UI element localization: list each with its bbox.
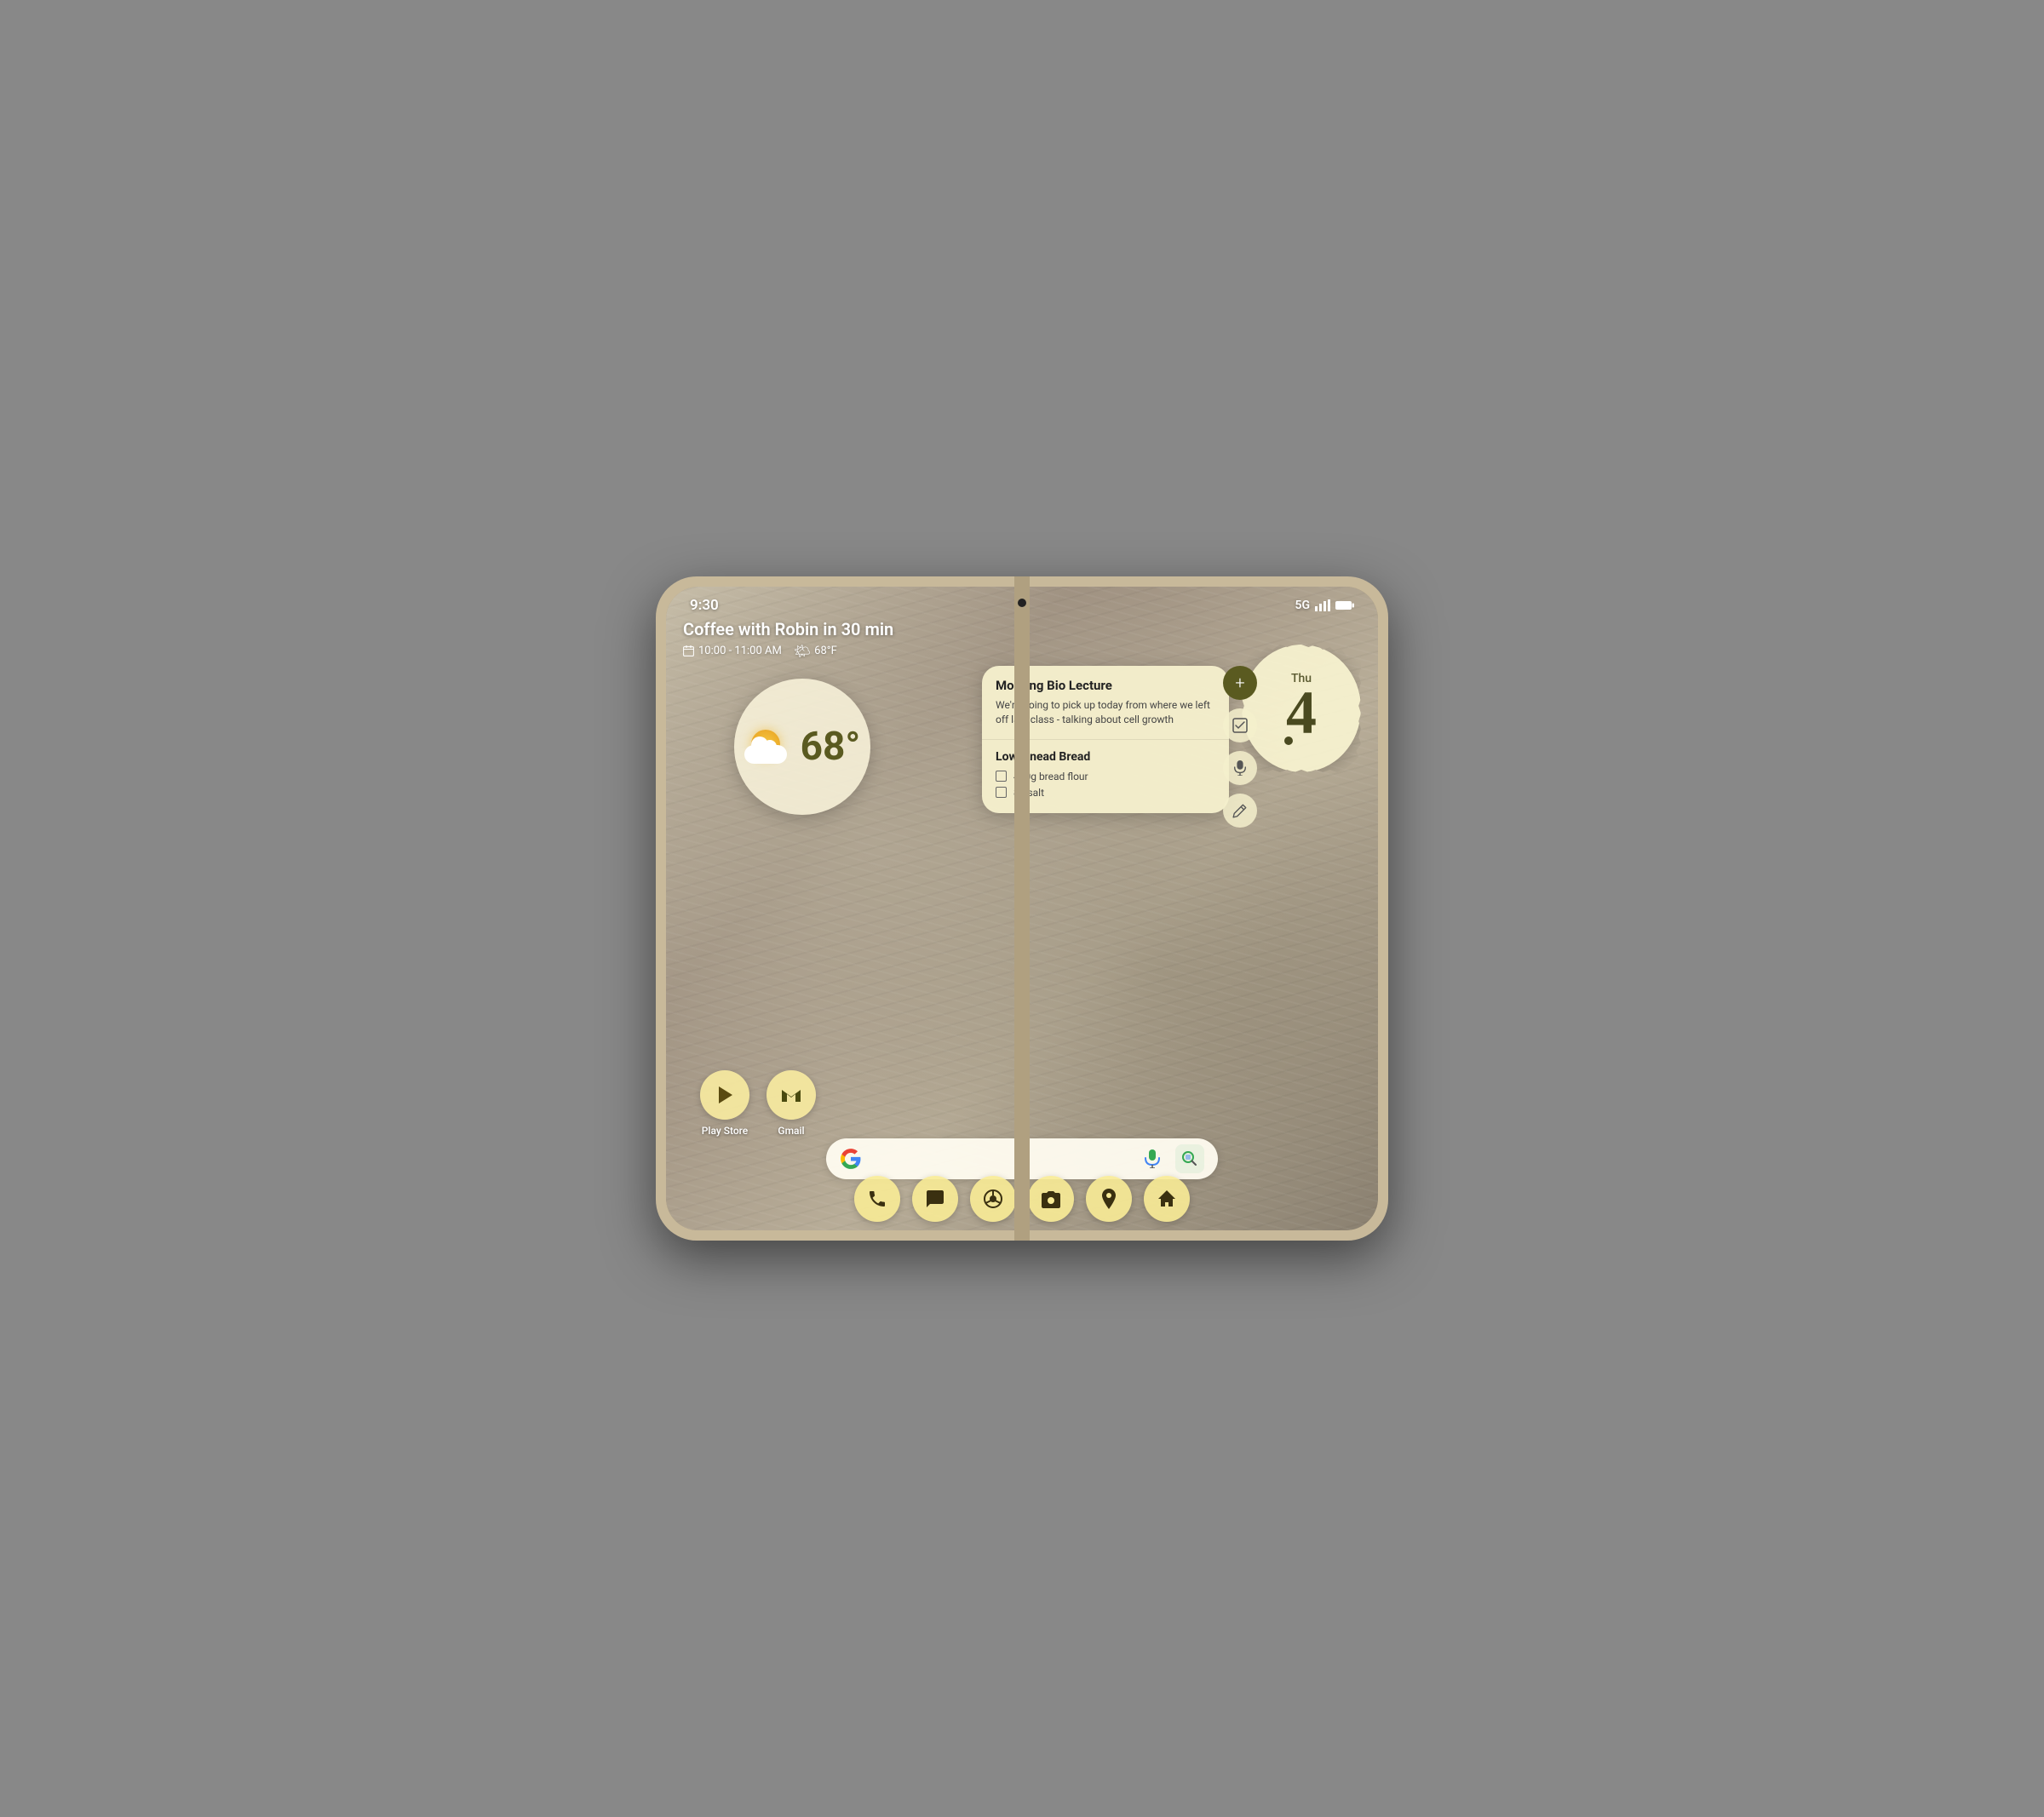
event-weather-text: 68°F — [814, 645, 837, 657]
search-mic-button[interactable] — [1138, 1144, 1167, 1173]
lens-icon — [1181, 1150, 1198, 1167]
dock-phone[interactable] — [854, 1176, 900, 1222]
plus-icon: + — [1235, 673, 1244, 693]
event-time-text: 10:00 - 11:00 AM — [698, 645, 782, 657]
play-store-icon-wrap[interactable]: Play Store — [700, 1070, 749, 1137]
keep-actions: + — [1223, 666, 1257, 828]
battery-icon — [1335, 600, 1354, 610]
signal-bars-icon — [1315, 599, 1330, 611]
event-time: 10:00 - 11:00 AM — [683, 645, 782, 657]
pencil-icon — [1232, 803, 1248, 818]
date-dot — [1284, 737, 1293, 745]
device-hinge — [1014, 576, 1030, 1241]
home-icon — [1157, 1189, 1177, 1209]
mic-search-icon — [1145, 1149, 1160, 1168]
keep-edit-button[interactable] — [1223, 794, 1257, 828]
play-triangle-icon — [715, 1085, 734, 1105]
keep-checkbox-2[interactable] — [996, 787, 1007, 798]
cloud-icon — [744, 745, 787, 764]
weather-widget[interactable]: 68° — [734, 679, 870, 815]
mic-icon — [1232, 760, 1248, 776]
search-lens-button[interactable] — [1175, 1144, 1204, 1173]
keep-mic-button[interactable] — [1223, 751, 1257, 785]
chrome-icon — [983, 1189, 1003, 1209]
dock-maps[interactable] — [1086, 1176, 1132, 1222]
camera-dock-icon — [1041, 1189, 1061, 1208]
gmail-icon-wrap[interactable]: Gmail — [766, 1070, 816, 1137]
signal-label: 5G — [1295, 599, 1310, 612]
event-weather: 🌤 68°F — [794, 643, 837, 659]
keep-check-button[interactable] — [1223, 708, 1257, 742]
camera-dot — [1018, 599, 1026, 607]
event-title: Coffee with Robin in 30 min — [683, 619, 893, 639]
keep-add-button[interactable]: + — [1223, 666, 1257, 700]
app-icons-area: Play Store Gmail — [700, 1070, 816, 1137]
dock-camera[interactable] — [1028, 1176, 1074, 1222]
dock-messages[interactable] — [912, 1176, 958, 1222]
messages-icon — [925, 1189, 945, 1209]
date-number: 4 — [1286, 682, 1317, 743]
date-widget[interactable]: Thu 4 — [1242, 645, 1361, 772]
calendar-widget[interactable]: Coffee with Robin in 30 min 10:00 - 11:0… — [683, 619, 893, 659]
status-time: 9:30 — [690, 597, 719, 614]
keep-checkbox-1[interactable] — [996, 771, 1007, 782]
status-icons: 5G — [1295, 599, 1354, 612]
gmail-m-icon — [780, 1086, 802, 1103]
weather-icon — [744, 730, 795, 764]
weather-temp: 68° — [801, 727, 861, 766]
event-details: 10:00 - 11:00 AM 🌤 68°F — [683, 643, 893, 659]
gmail-label: Gmail — [778, 1125, 804, 1137]
play-store-label: Play Store — [702, 1125, 748, 1137]
maps-icon — [1100, 1189, 1117, 1209]
calendar-icon — [683, 645, 694, 656]
google-logo — [840, 1148, 862, 1170]
weather-inner: 68° — [744, 727, 861, 766]
gmail-icon — [766, 1070, 816, 1120]
dock-chrome[interactable] — [970, 1176, 1016, 1222]
checkmark-icon — [1232, 718, 1248, 733]
dock-home[interactable] — [1144, 1176, 1190, 1222]
phone-icon — [867, 1189, 887, 1209]
play-store-icon — [700, 1070, 749, 1120]
device: 9:30 5G — [656, 576, 1388, 1241]
